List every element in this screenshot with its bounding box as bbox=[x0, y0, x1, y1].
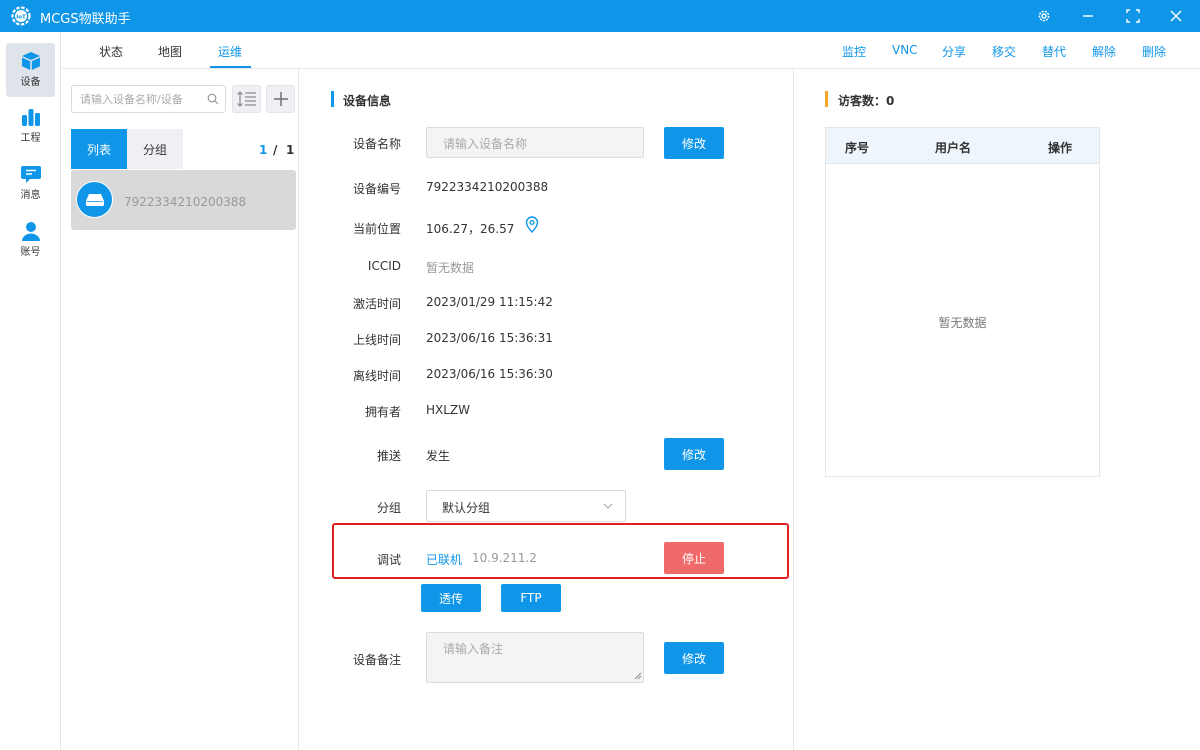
column-header-action: 操作 bbox=[1048, 141, 1073, 155]
activate-time-label: 激活时间 bbox=[352, 297, 401, 311]
visitor-table-header: 序号 用户名 操作 bbox=[826, 128, 1099, 164]
modify-name-button[interactable]: 修改 bbox=[664, 127, 724, 159]
tab-group-view[interactable]: 分组 bbox=[127, 129, 183, 169]
visitor-count-title: 访客数：0 bbox=[838, 94, 895, 108]
sidebar-item-message[interactable]: 消息 bbox=[6, 156, 55, 210]
bar-chart-icon bbox=[21, 109, 40, 126]
visitor-table: 序号 用户名 操作 暂无数据 bbox=[825, 127, 1100, 477]
delete-action[interactable]: 删除 bbox=[1142, 43, 1166, 60]
search-icon[interactable] bbox=[207, 93, 219, 105]
window-title: MCGS物联助手 bbox=[40, 12, 131, 27]
tab-list-view[interactable]: 列表 bbox=[71, 129, 127, 169]
iccid-label: ICCID bbox=[367, 259, 401, 273]
online-time-label: 上线时间 bbox=[352, 333, 401, 347]
device-avatar bbox=[76, 181, 113, 218]
owner-value: HXLZW bbox=[426, 403, 471, 417]
passthrough-button[interactable]: 透传 bbox=[421, 584, 481, 612]
debug-label: 调试 bbox=[376, 553, 401, 567]
title-bar: IoT MCGS物联助手 bbox=[0, 0, 1200, 32]
tab-status[interactable]: 状态 bbox=[99, 43, 123, 60]
device-list-item[interactable]: 7922334210200388 bbox=[71, 170, 296, 230]
replace-action[interactable]: 替代 bbox=[1042, 43, 1066, 60]
tab-map[interactable]: 地图 bbox=[158, 43, 182, 60]
device-number-value: 7922334210200388 bbox=[426, 180, 549, 194]
sidebar-item-label: 工程 bbox=[20, 133, 41, 144]
sidebar-item-project[interactable]: 工程 bbox=[6, 99, 55, 153]
column-header-username: 用户名 bbox=[935, 141, 972, 155]
page-current: 1 bbox=[259, 143, 268, 157]
top-tab-bar: 状态 地图 运维 监控 VNC 分享 移交 替代 解除 删除 bbox=[61, 32, 1200, 69]
device-info-title: 设备信息 bbox=[343, 94, 392, 108]
user-icon bbox=[21, 222, 40, 241]
settings-icon[interactable] bbox=[1034, 6, 1054, 26]
sort-button[interactable] bbox=[232, 85, 261, 113]
sidebar-rail: 设备 工程 消息 账号 bbox=[0, 32, 61, 750]
group-select[interactable]: 默认分组 bbox=[426, 490, 626, 522]
debug-status: 已联机 bbox=[426, 553, 463, 567]
location-pin-icon[interactable] bbox=[525, 216, 539, 233]
active-tab-indicator bbox=[210, 66, 251, 68]
column-header-index: 序号 bbox=[845, 141, 870, 155]
chevron-down-icon bbox=[603, 503, 613, 509]
sort-icon bbox=[236, 91, 256, 107]
device-number-label: 设备编号 bbox=[352, 182, 401, 196]
push-label: 推送 bbox=[376, 449, 401, 463]
sidebar-item-account[interactable]: 账号 bbox=[6, 213, 55, 267]
group-label: 分组 bbox=[376, 501, 401, 515]
device-name-input[interactable]: 请输入设备名称 bbox=[426, 127, 644, 158]
owner-label: 拥有者 bbox=[364, 405, 401, 419]
ftp-button[interactable]: FTP bbox=[501, 584, 561, 612]
iccid-value: 暂无数据 bbox=[426, 261, 475, 275]
sidebar-item-device[interactable]: 设备 bbox=[6, 43, 55, 97]
location-label: 当前位置 bbox=[352, 222, 401, 236]
vnc-action[interactable]: VNC bbox=[892, 43, 918, 57]
device-info-panel: 设备信息 设备名称 请输入设备名称 修改 设备编号 79223342102003… bbox=[300, 69, 794, 750]
stop-debug-button[interactable]: 停止 bbox=[664, 542, 724, 574]
page-total: 1 bbox=[286, 143, 295, 157]
add-device-button[interactable] bbox=[266, 85, 295, 113]
sidebar-item-label: 消息 bbox=[20, 190, 41, 201]
offline-time-label: 离线时间 bbox=[352, 369, 401, 383]
visitor-accent-bar bbox=[825, 91, 828, 107]
message-icon bbox=[20, 166, 41, 183]
tab-maintenance[interactable]: 运维 bbox=[218, 43, 242, 60]
sidebar-item-label: 设备 bbox=[20, 77, 41, 88]
sidebar-item-label: 账号 bbox=[20, 247, 41, 258]
page-separator: / bbox=[273, 143, 278, 157]
activate-time-value: 2023/01/29 11:15:42 bbox=[426, 295, 553, 309]
close-icon[interactable] bbox=[1166, 6, 1186, 26]
svg-text:IoT: IoT bbox=[16, 14, 26, 20]
remark-label: 设备备注 bbox=[352, 653, 401, 667]
plus-icon bbox=[273, 92, 288, 106]
device-list-panel: 列表 分组 1 / 1 7922334210200388 bbox=[61, 69, 299, 750]
location-value: 106.27，26.57 bbox=[426, 222, 515, 236]
offline-time-value: 2023/06/16 15:36:30 bbox=[426, 367, 553, 381]
maximize-icon[interactable] bbox=[1123, 6, 1143, 26]
app-logo-icon: IoT bbox=[11, 6, 31, 26]
push-value: 发生 bbox=[426, 449, 451, 463]
resize-handle-icon[interactable] bbox=[634, 672, 642, 680]
device-name-label: 设备名称 bbox=[352, 137, 401, 151]
section-accent-bar bbox=[331, 91, 334, 107]
device-id: 7922334210200388 bbox=[124, 195, 247, 209]
visitor-empty-text: 暂无数据 bbox=[938, 316, 987, 330]
device-search-input[interactable] bbox=[80, 91, 200, 107]
modify-push-button[interactable]: 修改 bbox=[664, 438, 724, 470]
cube-icon bbox=[21, 52, 40, 70]
remark-textarea[interactable]: 请输入备注 bbox=[426, 632, 644, 683]
device-search-box bbox=[71, 85, 226, 113]
online-time-value: 2023/06/16 15:36:31 bbox=[426, 331, 553, 345]
group-select-value: 默认分组 bbox=[442, 501, 491, 515]
modify-remark-button[interactable]: 修改 bbox=[664, 642, 724, 674]
hard-drive-icon bbox=[85, 193, 104, 206]
minimize-icon[interactable] bbox=[1078, 6, 1098, 26]
visitor-panel: 访客数：0 序号 用户名 操作 暂无数据 bbox=[795, 69, 1200, 750]
transfer-action[interactable]: 移交 bbox=[992, 43, 1016, 60]
monitor-action[interactable]: 监控 bbox=[842, 43, 866, 60]
unbind-action[interactable]: 解除 bbox=[1092, 43, 1116, 60]
debug-ip: 10.9.211.2 bbox=[472, 551, 537, 565]
share-action[interactable]: 分享 bbox=[942, 43, 966, 60]
